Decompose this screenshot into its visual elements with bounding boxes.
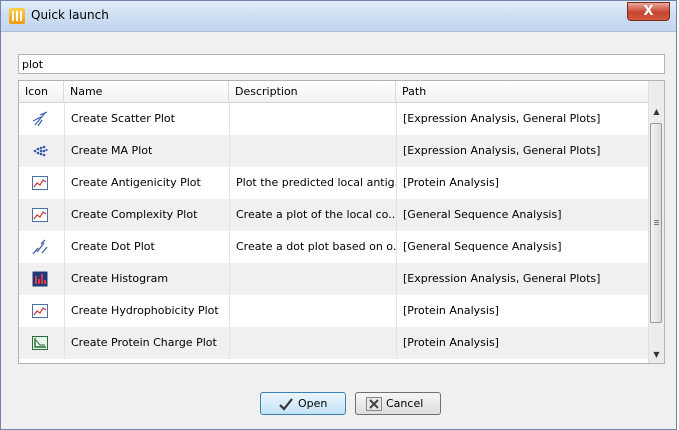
table-body: Create Scatter Plot [Expression Analysis… bbox=[19, 103, 650, 359]
row-description: Create a dot plot based on o... bbox=[229, 231, 396, 263]
title-bar[interactable]: Quick launch X bbox=[1, 1, 676, 32]
column-header-icon[interactable]: Icon bbox=[19, 81, 64, 102]
column-header-path[interactable]: Path bbox=[396, 81, 650, 102]
ma-plot-icon bbox=[33, 145, 48, 157]
charge-plot-icon bbox=[32, 336, 48, 350]
cancel-button[interactable]: Cancel bbox=[355, 392, 441, 415]
cancel-icon bbox=[366, 397, 382, 411]
grip-icon bbox=[654, 220, 659, 221]
table-row[interactable]: Create Antigenicity Plot Plot the predic… bbox=[19, 167, 650, 199]
row-description bbox=[229, 295, 396, 327]
row-name: Create MA Plot bbox=[64, 135, 229, 167]
column-header-description[interactable]: Description bbox=[229, 81, 396, 102]
row-path: [General Sequence Analysis] bbox=[396, 231, 650, 263]
row-path: [Expression Analysis, General Plots] bbox=[396, 135, 650, 167]
row-path: [Protein Analysis] bbox=[396, 295, 650, 327]
row-description bbox=[229, 327, 396, 359]
dot-plot-icon bbox=[32, 239, 48, 255]
scroll-down-icon[interactable]: ▼ bbox=[649, 346, 664, 363]
scatter-plot-icon bbox=[32, 111, 48, 127]
row-name: Create Scatter Plot bbox=[64, 103, 229, 135]
row-description: Plot the predicted local antig... bbox=[229, 167, 396, 199]
table-row[interactable]: Create Dot Plot Create a dot plot based … bbox=[19, 231, 650, 263]
row-description bbox=[229, 263, 396, 295]
vertical-scrollbar[interactable]: ▲ ▼ bbox=[648, 81, 664, 363]
table-header: Icon Name Description Path bbox=[19, 81, 650, 103]
table-row[interactable]: Create Complexity Plot Create a plot of … bbox=[19, 199, 650, 231]
table-row[interactable]: Create Scatter Plot [Expression Analysis… bbox=[19, 103, 650, 135]
row-description bbox=[229, 135, 396, 167]
row-path: [Protein Analysis] bbox=[396, 167, 650, 199]
row-path: [Expression Analysis, General Plots] bbox=[396, 263, 650, 295]
row-name: Create Antigenicity Plot bbox=[64, 167, 229, 199]
scrollbar-thumb[interactable] bbox=[650, 123, 662, 323]
table-row[interactable]: Create Histogram [Expression Analysis, G… bbox=[19, 263, 650, 295]
row-name: Create Complexity Plot bbox=[64, 199, 229, 231]
table-row[interactable]: Create MA Plot [Expression Analysis, Gen… bbox=[19, 135, 650, 167]
row-name: Create Protein Charge Plot bbox=[64, 327, 229, 359]
row-description bbox=[229, 103, 396, 135]
histogram-icon bbox=[32, 271, 48, 287]
table-row[interactable]: Create Protein Charge Plot [Protein Anal… bbox=[19, 327, 650, 359]
row-name: Create Dot Plot bbox=[64, 231, 229, 263]
table-row[interactable]: Create Hydrophobicity Plot [Protein Anal… bbox=[19, 295, 650, 327]
close-icon: X bbox=[643, 4, 654, 19]
row-path: [Expression Analysis, General Plots] bbox=[396, 103, 650, 135]
open-button[interactable]: Open bbox=[260, 392, 346, 415]
cancel-button-label: Cancel bbox=[386, 397, 424, 410]
row-name: Create Hydrophobicity Plot bbox=[64, 295, 229, 327]
results-table: Icon Name Description Path Create Scatte… bbox=[18, 80, 665, 364]
window-title: Quick launch bbox=[31, 8, 109, 22]
open-button-label: Open bbox=[298, 397, 328, 410]
row-description: Create a plot of the local co... bbox=[229, 199, 396, 231]
checkmark-icon bbox=[279, 398, 293, 411]
line-chart-icon bbox=[32, 208, 48, 222]
row-path: [General Sequence Analysis] bbox=[396, 199, 650, 231]
row-path: [Protein Analysis] bbox=[396, 327, 650, 359]
line-chart-icon bbox=[32, 304, 48, 318]
app-icon bbox=[9, 8, 25, 24]
scroll-up-icon[interactable]: ▲ bbox=[649, 103, 664, 120]
search-input[interactable] bbox=[18, 54, 665, 74]
row-name: Create Histogram bbox=[64, 263, 229, 295]
line-chart-icon bbox=[32, 176, 48, 190]
close-button[interactable]: X bbox=[627, 2, 670, 21]
column-header-name[interactable]: Name bbox=[64, 81, 229, 102]
